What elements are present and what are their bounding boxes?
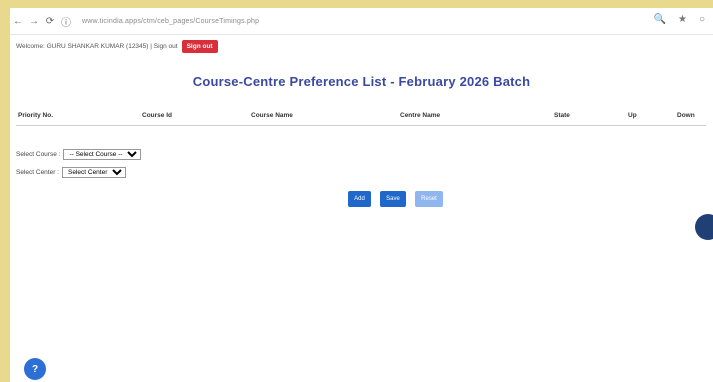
welcome-text: Welcome: GURU SHANKAR KUMAR (12345) | Si… (16, 42, 178, 50)
profile-icon[interactable]: ○ (699, 14, 705, 25)
browser-window: ← → ⟳ ⓘ www.ticindia.apps/ctm/ceb_pages/… (10, 8, 713, 382)
browser-toolbar: ← → ⟳ ⓘ www.ticindia.apps/ctm/ceb_pages/… (10, 8, 713, 35)
save-button[interactable]: Save (380, 191, 406, 207)
signout-button[interactable]: Sign out (181, 39, 218, 53)
centre-select-label: Select Center : (16, 169, 59, 176)
forward-icon[interactable]: → (26, 16, 42, 27)
table-header-row: Priority No. Course Id Course Name Centr… (16, 106, 706, 126)
page-title: Course-Centre Preference List - February… (192, 74, 531, 89)
column-priority-no: Priority No. (16, 106, 140, 126)
reset-button[interactable]: Reset (415, 191, 443, 207)
centre-select-row: Select Center : Select Center (16, 167, 126, 178)
help-fab-button[interactable]: ? (24, 358, 46, 380)
column-centre-name: Centre Name (398, 106, 552, 126)
address-bar[interactable]: www.ticindia.apps/ctm/ceb_pages/CourseTi… (82, 18, 259, 25)
centre-select[interactable]: Select Center (62, 167, 126, 178)
course-select[interactable]: -- Select Course -- (63, 149, 142, 160)
column-course-name: Course Name (249, 106, 398, 126)
add-button[interactable]: Add (348, 191, 371, 207)
back-icon[interactable]: ← (10, 16, 26, 27)
column-course-id: Course Id (140, 106, 249, 126)
zoom-icon[interactable]: 🔍 (654, 14, 666, 25)
preference-table: Priority No. Course Id Course Name Centr… (16, 106, 706, 126)
reload-icon[interactable]: ⟳ (42, 16, 58, 27)
bookmark-star-icon[interactable]: ★ (678, 14, 687, 25)
column-state: State (552, 106, 626, 126)
column-down: Down (675, 106, 706, 126)
course-select-row: Select Course : -- Select Course -- (16, 149, 142, 160)
site-info-icon[interactable]: ⓘ (58, 14, 74, 29)
user-welcome-bar: Welcome: GURU SHANKAR KUMAR (12345) | Si… (16, 38, 218, 54)
course-select-label: Select Course : (16, 151, 61, 158)
column-up: Up (626, 106, 675, 126)
